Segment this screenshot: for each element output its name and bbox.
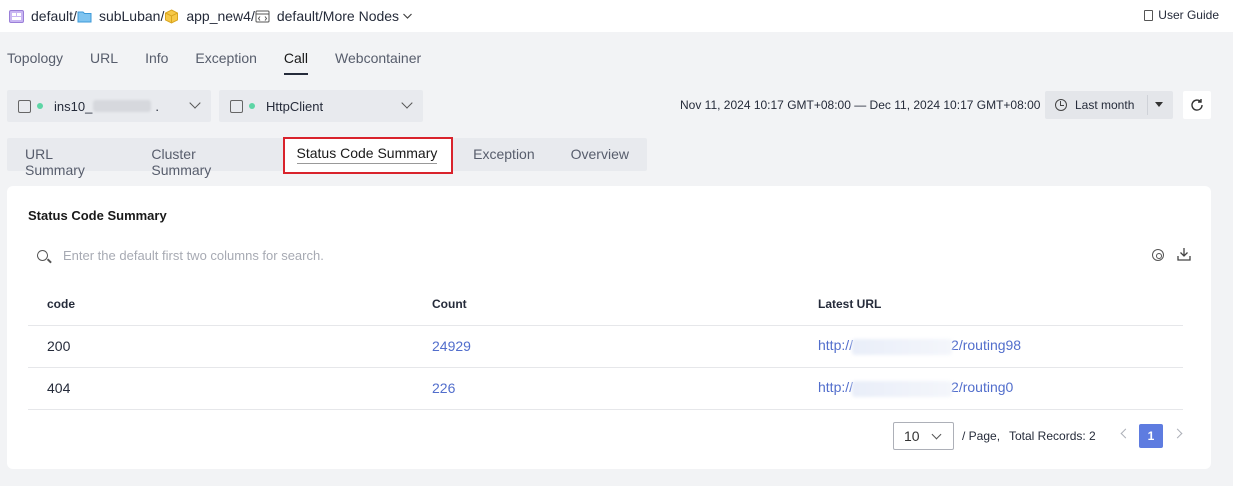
redacted-host (852, 380, 953, 397)
url-link[interactable]: http:// 2/routing98 (818, 337, 1022, 355)
subtab-cluster-summary[interactable]: Cluster Summary (133, 138, 276, 178)
tab-call[interactable]: Call (277, 44, 315, 76)
card-title: Status Code Summary (28, 208, 167, 223)
tab-url[interactable]: URL (83, 44, 125, 76)
ellipsis: . (155, 98, 159, 114)
page-size-value: 10 (904, 428, 920, 444)
total-records: Total Records: 2 (1009, 429, 1096, 443)
folder-icon (77, 11, 92, 22)
cell-count: 226 (432, 367, 818, 410)
redacted-host (852, 338, 953, 355)
status-code-card: Status Code Summary Enter the default fi… (7, 186, 1211, 469)
status-dot (37, 103, 43, 109)
date-range-text: Nov 11, 2024 10:17 GMT+08:00 — Dec 11, 2… (680, 98, 1041, 112)
instance-select[interactable]: ins10_ . (7, 90, 211, 122)
count-link[interactable]: 24929 (432, 338, 471, 354)
divider (1147, 95, 1148, 115)
prev-page-icon[interactable] (1120, 428, 1131, 439)
subtab-overview[interactable]: Overview (553, 138, 647, 171)
status-code-table: code Count Latest URL 200 24929 http://2… (28, 284, 1183, 410)
tab-exception[interactable]: Exception (188, 44, 263, 76)
url-link[interactable]: http:// 2/routing0 (818, 379, 1014, 397)
instance-icon (18, 99, 31, 113)
breadcrumb-label: More Nodes (322, 8, 400, 24)
workspace-icon (9, 9, 24, 23)
chevron-down-icon (931, 429, 942, 440)
subtab-url-summary[interactable]: URL Summary (7, 138, 133, 178)
sub-tabs: URL Summary Cluster Summary Status Code … (7, 137, 647, 178)
next-page-icon[interactable] (1172, 428, 1183, 439)
per-page-label: / Page, (962, 429, 1001, 443)
breadcrumb-item-workspace[interactable]: default (9, 8, 73, 24)
url-suffix: 2/routing0 (951, 379, 1014, 396)
breadcrumb: default / subLuban / app_new4 / default … (0, 0, 1233, 32)
refresh-icon (1191, 99, 1203, 111)
table-header-row: code Count Latest URL (28, 284, 1183, 326)
table-row: 200 24929 http:// 2/routing98 (28, 325, 1183, 368)
breadcrumb-label: app_new4 (186, 8, 251, 24)
chevron-down-icon (403, 13, 412, 19)
breadcrumb-item-app[interactable]: app_new4 (164, 8, 251, 24)
search-placeholder: Enter the default first two columns for … (63, 247, 324, 263)
url-suffix: 2/routing98 (951, 337, 1022, 354)
page-size-select[interactable]: 10 (893, 422, 954, 450)
download-icon[interactable] (1177, 247, 1191, 261)
search-icon (37, 249, 48, 261)
tab-webcontainer[interactable]: Webcontainer (328, 44, 428, 76)
chevron-down-icon (189, 97, 201, 109)
redacted-ip (93, 100, 152, 112)
breadcrumb-label: subLuban (98, 8, 161, 24)
url-prefix: http:// (818, 379, 854, 396)
client-select-value: HttpClient (266, 98, 324, 114)
breadcrumb-label: default (276, 8, 319, 24)
app-cube-icon (165, 8, 179, 24)
tab-topology[interactable]: Topology (0, 44, 70, 76)
cell-code: 404 (28, 367, 432, 410)
column-header-latest-url[interactable]: Latest URL (818, 284, 1183, 326)
caret-down-icon[interactable] (1155, 102, 1163, 107)
cell-code: 200 (28, 325, 432, 368)
tab-info[interactable]: Info (138, 44, 175, 76)
cell-count: 24929 (432, 325, 818, 368)
table-row: 404 226 http:// 2/routing0 (28, 367, 1183, 410)
clock-icon (1055, 99, 1067, 111)
breadcrumb-item-project[interactable]: subLuban (77, 8, 161, 24)
settings-gear-icon[interactable] (1152, 249, 1164, 261)
more-nodes-dropdown[interactable]: More Nodes (323, 8, 413, 24)
status-dot (249, 103, 255, 109)
time-range-select[interactable]: Last month (1045, 91, 1173, 119)
cell-latest-url: http:// 2/routing98 (818, 325, 1183, 368)
subtab-status-code-summary[interactable]: Status Code Summary (282, 137, 454, 174)
chevron-down-icon (401, 97, 413, 109)
url-prefix: http:// (818, 337, 854, 354)
breadcrumb-label: default (31, 8, 74, 24)
breadcrumb-item-environment[interactable]: default (255, 8, 319, 24)
main-tabs: Topology URL Info Exception Call Webcont… (0, 44, 441, 76)
subtab-exception[interactable]: Exception (455, 138, 552, 171)
document-icon (1144, 9, 1154, 21)
time-range-label: Last month (1075, 98, 1135, 112)
subtab-label: Status Code Summary (296, 145, 438, 164)
environment-icon (255, 10, 270, 22)
client-select[interactable]: HttpClient (219, 90, 423, 122)
column-header-code[interactable]: code (28, 284, 432, 326)
page-number-current[interactable]: 1 (1139, 424, 1163, 448)
client-chart-icon (230, 99, 243, 113)
count-link[interactable]: 226 (432, 380, 455, 396)
refresh-button[interactable] (1183, 91, 1211, 119)
cell-latest-url: http:// 2/routing0 (818, 367, 1183, 410)
column-header-count[interactable]: Count (432, 284, 818, 326)
user-guide-label: User Guide (1158, 8, 1219, 22)
instance-select-value: ins10_ (54, 98, 93, 114)
user-guide-link[interactable]: User Guide (1144, 8, 1219, 22)
search-input[interactable]: Enter the default first two columns for … (28, 241, 628, 269)
